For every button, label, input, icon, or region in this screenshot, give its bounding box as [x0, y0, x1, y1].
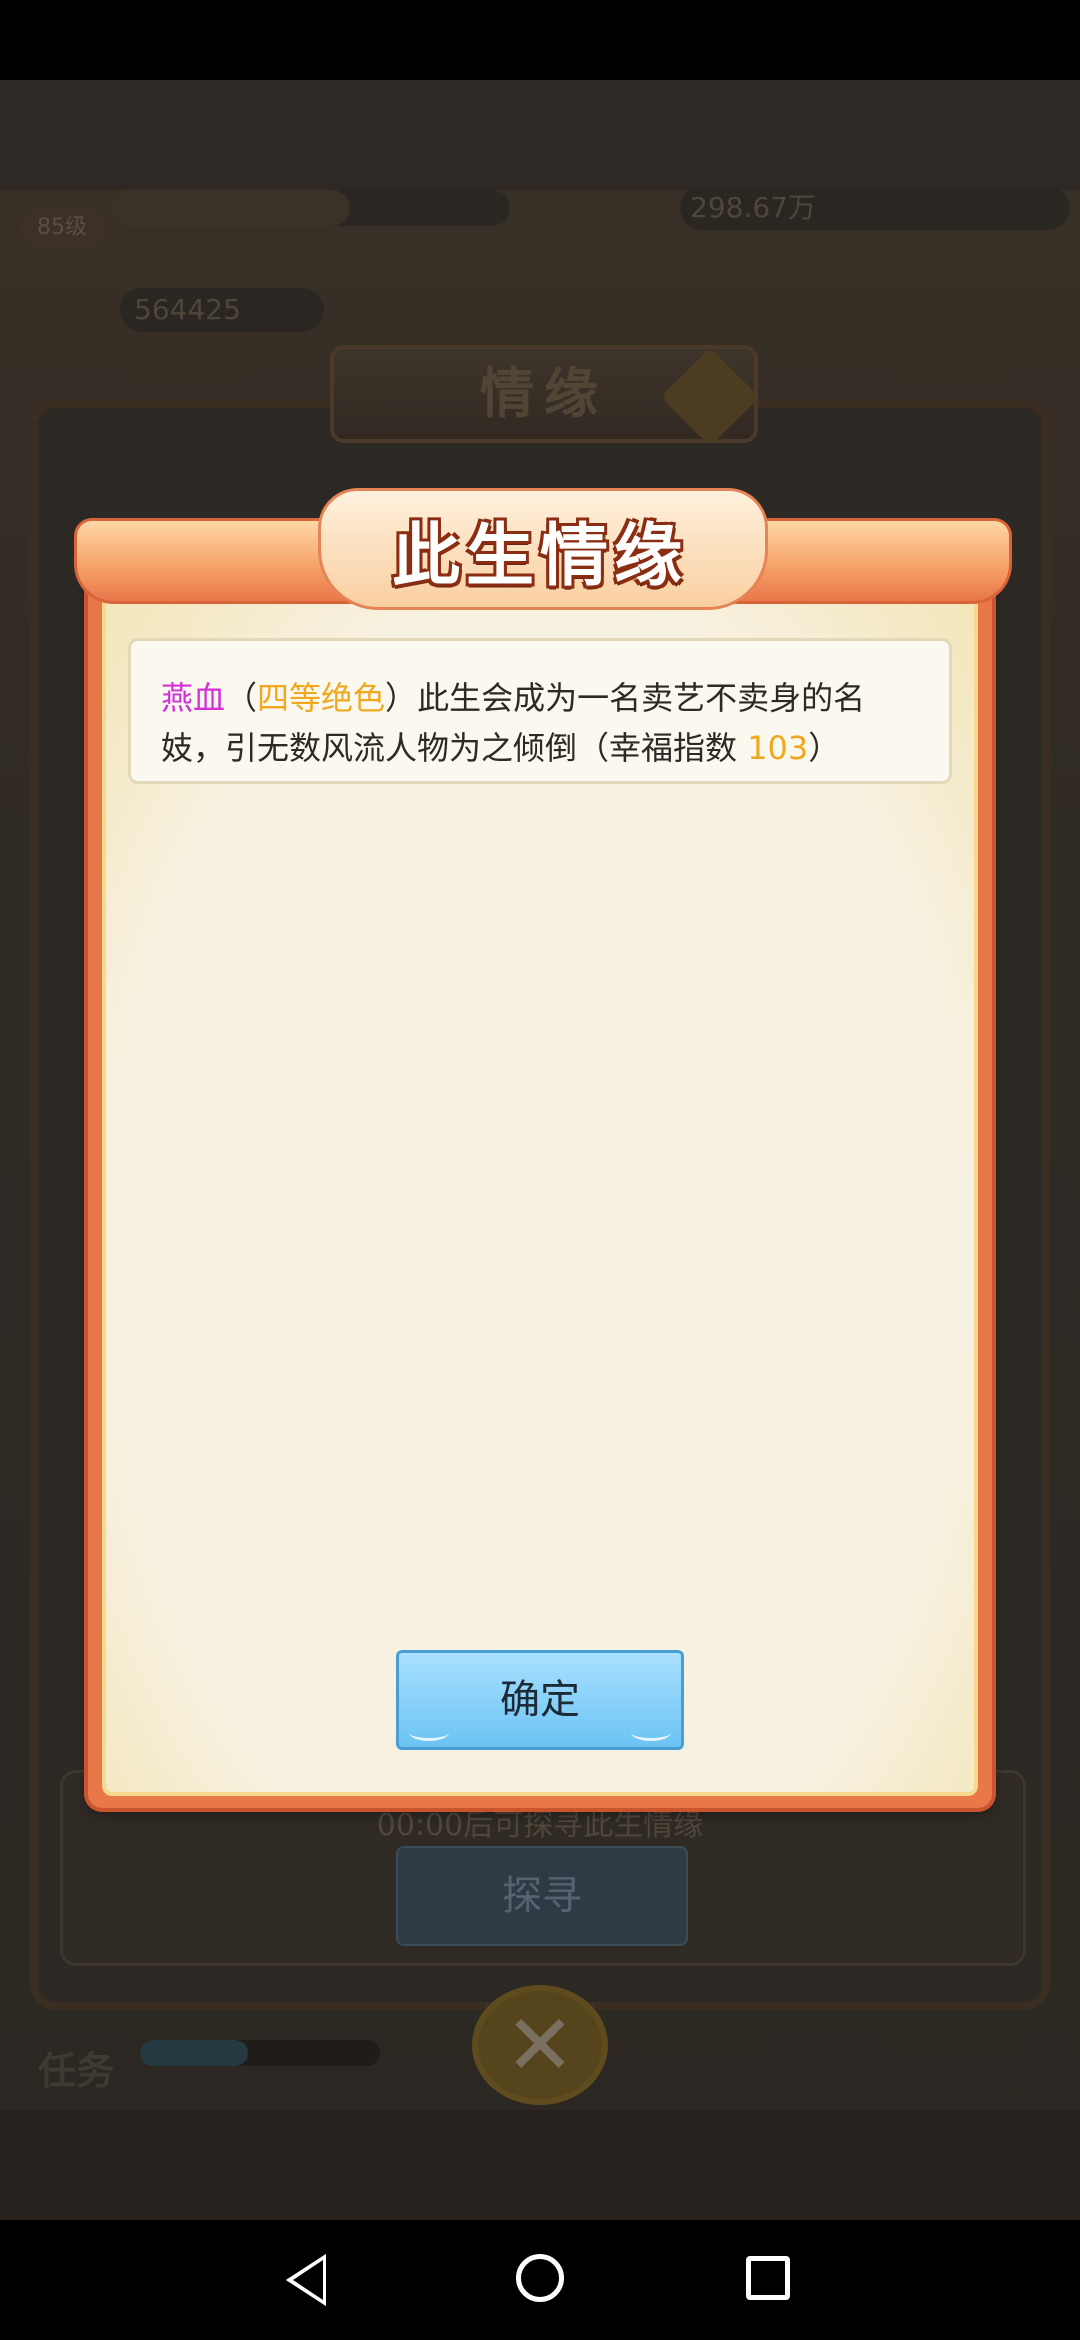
message-end: ） — [808, 729, 841, 767]
seek-button: 探寻 — [396, 1846, 688, 1946]
status-bar — [0, 0, 1080, 80]
paren-open: （ — [225, 679, 258, 717]
home-icon[interactable] — [516, 2254, 564, 2302]
background-bottom-bar — [0, 2110, 1080, 2220]
paren-close: ） — [385, 679, 418, 717]
button-swirl-left — [409, 1724, 449, 1741]
character-name: 燕血 — [161, 679, 226, 717]
confirm-button[interactable]: 确定 — [396, 1650, 684, 1750]
task-label: 任务 — [38, 2049, 115, 2093]
close-icon: ✕ — [504, 1996, 576, 2094]
background-header — [0, 80, 1080, 190]
experience-bar — [110, 190, 510, 226]
happiness-score: 103 — [747, 729, 809, 767]
close-button[interactable]: ✕ — [472, 1985, 608, 2105]
dialog-title: 此生情缘 — [391, 517, 688, 596]
level-badge: 85级 — [20, 205, 104, 251]
task-progress-bar — [140, 2040, 380, 2066]
back-icon-inner — [293, 2260, 323, 2300]
task-progress-fill — [140, 2040, 248, 2066]
recents-icon[interactable] — [746, 2256, 790, 2300]
experience-fill — [110, 190, 350, 226]
gold-counter: 564425 — [120, 288, 324, 332]
silver-counter: 298.67万 — [680, 186, 1070, 230]
button-swirl-right — [631, 1724, 671, 1741]
fate-message-box: 燕血（四等绝色）此生会成为一名卖艺不卖身的名妓，引无数风流人物为之倾倒（幸福指数… — [128, 638, 952, 784]
confirm-label: 确定 — [500, 1677, 580, 1723]
character-rank: 四等绝色 — [257, 679, 386, 717]
